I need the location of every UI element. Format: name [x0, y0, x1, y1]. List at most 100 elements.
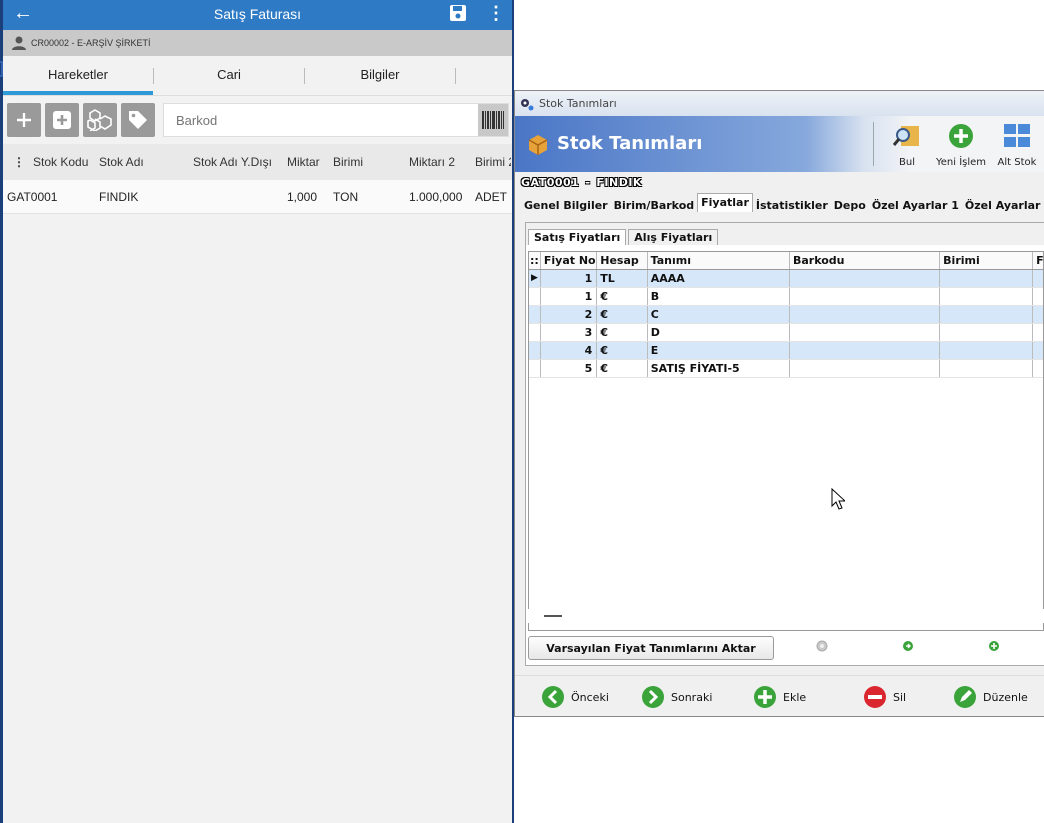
search-icon [892, 126, 919, 146]
stock-boxes-button[interactable] [83, 103, 117, 137]
cell-focus [1033, 270, 1043, 287]
col-miktar[interactable]: Miktar [283, 155, 329, 169]
col-stok-adi[interactable]: Stok Adı [95, 155, 189, 169]
cell-tanimi: D [648, 324, 791, 341]
price-tag-button[interactable] [121, 103, 155, 137]
minus-circle-icon [864, 686, 886, 708]
col-birimi[interactable]: Birimi [940, 252, 1034, 269]
cell-fiyat-no: 1 [541, 288, 598, 305]
col-tanimi[interactable]: Tanımı [648, 252, 790, 269]
cell-stok-adi: FINDIK [99, 189, 139, 204]
toolbar [3, 96, 512, 144]
green-add-icon[interactable] [988, 640, 1000, 652]
barcode-field [163, 103, 509, 137]
cell-birimi [940, 324, 1034, 341]
header-banner: Stok Tanımları Bul Yeni İşlem Alt Stok [515, 116, 1044, 172]
prices-panel: Satış Fiyatları Alış Fiyatları :: Fiyat … [525, 222, 1044, 666]
more-menu-icon[interactable]: ⋮ [487, 3, 505, 24]
table-row[interactable]: 3 € D [529, 324, 1043, 342]
delete-button[interactable]: Sil [863, 684, 906, 710]
tab-ozel-ayarlar-2[interactable]: Özel Ayarlar 2 [962, 199, 1044, 212]
col-hesap[interactable]: Hesap [597, 252, 648, 269]
edit-button[interactable]: Düzenle [953, 684, 1028, 710]
tab-istatistikler[interactable]: İstatistikler [753, 199, 831, 212]
table-row[interactable]: ▶ 1 TL AAAA [529, 270, 1043, 288]
footer-line [544, 615, 562, 617]
col-miktari-2[interactable]: Miktarı 2 [405, 155, 471, 169]
cell-birimi [940, 342, 1034, 359]
cell-barkodu [790, 360, 941, 377]
tab-hareketler[interactable]: Hareketler [3, 56, 153, 95]
disabled-circle-icon[interactable] [816, 640, 828, 652]
tab-depo[interactable]: Depo [831, 199, 869, 212]
tab-cari[interactable]: Cari [154, 56, 304, 95]
edit-label: Düzenle [983, 690, 1028, 704]
plus-box-icon [53, 111, 71, 129]
barcode-input[interactable] [164, 104, 464, 136]
cell-tanimi: C [648, 306, 791, 323]
table-row[interactable]: GAT0001 FINDIK 1,000 TON 1.000,000 ADET [3, 180, 512, 214]
cell-birimi: TON [333, 189, 359, 204]
table-row[interactable]: 5 € SATIŞ FİYATI-5 [529, 360, 1043, 378]
col-stok-kodu[interactable]: Stok Kodu [29, 155, 95, 169]
add-record-button[interactable]: Ekle [753, 684, 806, 710]
table-row[interactable]: 4 € E [529, 342, 1043, 360]
sub-stock-icon [1004, 124, 1030, 147]
tab-genel-bilgiler[interactable]: Genel Bilgiler [521, 199, 611, 212]
price-grid: :: Fiyat No Hesap Tanımı Barkodu Birimi … [528, 251, 1044, 631]
cell-birimi [940, 288, 1034, 305]
current-row-marker-icon: ▶ [529, 270, 541, 287]
cell-stok-kodu: GAT0001 [7, 189, 58, 204]
next-button[interactable]: Sonraki [641, 684, 712, 710]
price-actions-bar: Varsayılan Fiyat Tanımlarını Aktar [528, 634, 1044, 662]
sub-stock-label: Alt Stok [997, 157, 1037, 168]
new-action-button[interactable]: Yeni İşlem [933, 122, 989, 168]
cell-tanimi: SATIŞ FİYATI-5 [648, 360, 791, 377]
sub-stock-button[interactable]: Alt Stok [993, 122, 1041, 168]
row-indicator [529, 306, 541, 323]
tab-bilgiler[interactable]: Bilgiler [305, 56, 455, 95]
cell-f [1033, 342, 1043, 359]
new-action-label: Yeni İşlem [935, 157, 987, 168]
cell-hesap: TL [597, 270, 648, 287]
add-button[interactable] [7, 103, 41, 137]
window-title-bar[interactable]: Stok Tanımları [515, 91, 1044, 116]
grid-header: ⋮ Stok Kodu Stok Adı Stok Adı Y.Dışı Mik… [3, 144, 512, 180]
import-default-prices-button[interactable]: Varsayılan Fiyat Tanımlarını Aktar [528, 636, 774, 660]
tab-alis-fiyatlari[interactable]: Alış Fiyatları [628, 229, 719, 245]
mouse-cursor-icon [831, 488, 845, 510]
tab-ozel-ayarlar-1[interactable]: Özel Ayarlar 1 [869, 199, 962, 212]
tab-satis-fiyatlari[interactable]: Satış Fiyatları [528, 229, 627, 245]
arrow-left-icon [542, 686, 564, 708]
previous-button[interactable]: Önceki [541, 684, 609, 710]
tab-fiyatlar[interactable]: Fiyatlar [697, 193, 753, 212]
table-row[interactable]: 1 € B [529, 288, 1043, 306]
cell-hesap: € [597, 306, 648, 323]
cell-birimi-2: ADET [475, 189, 508, 204]
col-stok-adi-ydisi[interactable]: Stok Adı Y.Dışı [189, 155, 283, 169]
col-barkodu[interactable]: Barkodu [790, 252, 941, 269]
cell-fiyat-no: 1 [541, 270, 598, 287]
cell-f [1033, 306, 1043, 323]
find-button[interactable]: Bul [887, 122, 927, 168]
col-fiyat-no[interactable]: Fiyat No [541, 252, 598, 269]
col-birimi[interactable]: Birimi [329, 155, 405, 169]
page-title: Satış Faturası [213, 6, 302, 22]
row-indicator [529, 342, 541, 359]
col-f[interactable]: F [1033, 252, 1043, 269]
column-menu-icon[interactable]: ⋮ [3, 155, 29, 169]
tab-birim-barkod[interactable]: Birim/Barkod [611, 199, 698, 212]
row-indicator [529, 324, 541, 341]
table-row[interactable]: 2 € C [529, 306, 1043, 324]
cell-birimi [940, 270, 1034, 287]
barcode-scan-button[interactable] [478, 104, 508, 136]
boxes-icon [87, 109, 112, 131]
stock-code: GAT0001 [521, 175, 580, 189]
save-icon[interactable] [449, 4, 467, 22]
banner-divider [873, 122, 874, 166]
col-birimi-2[interactable]: Birimi 2 [471, 155, 511, 169]
add-box-button[interactable] [45, 103, 79, 137]
green-arrow-icon[interactable] [902, 640, 914, 652]
code-separator: - [585, 175, 591, 189]
background-window-edge [0, 61, 3, 77]
